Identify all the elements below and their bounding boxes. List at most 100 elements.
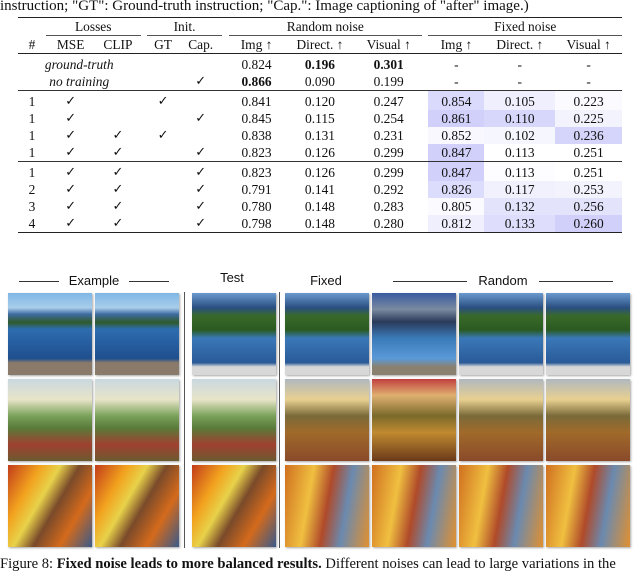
gt-check: ✓: [146, 90, 180, 110]
gt-check: [147, 110, 179, 127]
random-img-value: 0.823: [241, 145, 272, 160]
clip-check: ✓: [95, 161, 141, 181]
row-number: 1: [28, 145, 36, 160]
mse-check: ✓: [45, 161, 96, 181]
clip-check: [95, 90, 141, 110]
fixed-noise-result-image: [285, 293, 369, 375]
mse-check: ✓: [65, 145, 77, 160]
random-noise-result-2-image: [459, 465, 543, 547]
gt-check: [147, 144, 179, 162]
caption-bold: Fixed noise leads to more balanced resul…: [56, 556, 322, 572]
random-noise-result-2-image: [459, 379, 543, 461]
random-img-value: 0.823: [228, 161, 285, 181]
random-noise-result-3-image: [546, 293, 630, 375]
cap-check: ✓: [195, 199, 207, 214]
random-visual-value: 0.199: [373, 74, 404, 89]
caption-prefix: Figure 8:: [0, 556, 57, 572]
fixed-img-value: 0.861: [428, 110, 485, 127]
mse-check: ✓: [65, 128, 77, 143]
random-visual-value: 0.247: [355, 90, 423, 110]
random-noise-result-3-image: [546, 465, 630, 547]
fixed-img-value: -: [454, 74, 459, 89]
random-img-value: 0.798: [241, 216, 272, 231]
test-input-image: [192, 465, 276, 547]
random-noise-result-1-image: [372, 293, 456, 375]
fixed-img-value: 0.812: [428, 215, 485, 233]
row-label: no training: [49, 74, 110, 89]
group-header-row: Losses Init. Random noise Fixed noise: [18, 17, 622, 36]
fixed-direct-value: 0.133: [484, 215, 556, 233]
fixed-img-value: -: [454, 57, 459, 72]
fixed-img-value: 0.826: [428, 181, 485, 198]
random-direct-value: 0.148: [304, 199, 335, 214]
col-header-mse: MSE: [56, 37, 85, 52]
cap-check: ✓: [195, 74, 207, 89]
random-noise-result-1-image: [372, 379, 456, 461]
fixed-direct-value: 0.132: [484, 198, 556, 215]
gt-check: [147, 198, 179, 215]
baseline-row-ground-truth: ground-truth 0.824 0.196 0.301 - - -: [18, 54, 622, 74]
random-img-value: 0.780: [241, 199, 272, 214]
random-visual-value: 0.254: [373, 111, 404, 126]
column-header-row: # MSE CLIP GT Cap. Img ↑ Direct. ↑ Visua…: [18, 36, 622, 54]
cap-check: [179, 127, 222, 144]
table-row: 4 ✓ ✓ ✓ 0.798 0.148 0.280 0.812 0.133 0.260: [18, 215, 622, 233]
clip-check: ✓: [112, 216, 124, 231]
table-row: 1 ✓ ✓ ✓ 0.823 0.126 0.299 0.847 0.113 0.251: [18, 161, 622, 181]
header-rule: [392, 281, 467, 283]
header-rule: [539, 281, 614, 283]
table-row: 1 ✓ ✓ 0.841 0.120 0.247 0.854 0.105 0.223: [18, 90, 622, 110]
col-header-cap: Cap.: [188, 37, 214, 52]
fixed-img-value: 0.847: [428, 161, 485, 181]
cap-check: ✓: [195, 182, 207, 197]
cap-check: ✓: [195, 111, 207, 126]
test-input-image: [192, 379, 276, 461]
random-img-value: 0.841: [228, 90, 285, 110]
fixed-direct-value: 0.113: [484, 161, 556, 181]
cap-check: ✓: [179, 161, 223, 181]
fixed-visual-value: 0.256: [555, 198, 622, 215]
gt-check: [147, 215, 179, 233]
header-test: Test: [220, 270, 244, 285]
random-img-value: 0.791: [241, 182, 272, 197]
row-number: 1: [18, 161, 46, 181]
random-noise-result-3-image: [546, 379, 630, 461]
clip-check: ✓: [112, 145, 124, 160]
random-img-value: 0.845: [241, 111, 272, 126]
mse-check: ✓: [65, 216, 77, 231]
group-header-losses: Losses: [45, 17, 141, 36]
col-header-fixed-img: Img ↑: [440, 37, 473, 52]
random-direct-value: 0.126: [284, 161, 356, 181]
example-before-image: [8, 379, 92, 461]
random-direct-value: 0.126: [304, 145, 335, 160]
fixed-visual-value: 0.251: [573, 145, 604, 160]
cap-check: [179, 90, 223, 110]
header-example: Example: [8, 273, 180, 289]
example-after-image: [95, 465, 179, 547]
fixed-img-value: 0.805: [428, 198, 485, 215]
group-header-fixed-noise: Fixed noise: [428, 17, 622, 36]
mse-check: ✓: [65, 111, 77, 126]
random-img-value: 0.866: [241, 74, 272, 89]
header-rule: [128, 281, 169, 283]
random-direct-value: 0.090: [304, 74, 335, 89]
cap-check: ✓: [195, 216, 207, 231]
random-visual-value: 0.299: [373, 145, 404, 160]
clip-check: ✓: [112, 199, 124, 214]
col-header-gt: GT: [154, 37, 172, 52]
column-separator: [184, 292, 185, 548]
table-row: 1 ✓ ✓ ✓ 0.823 0.126 0.299 0.847 0.113 0.251: [18, 144, 622, 162]
random-noise-result-1-image: [372, 465, 456, 547]
fixed-visual-value: 0.223: [555, 90, 622, 110]
col-header-random-visual: Visual ↑: [366, 37, 411, 52]
header-random-label: Random: [478, 273, 528, 288]
clip-check: [95, 110, 140, 127]
fixed-visual-value: 0.225: [555, 110, 622, 127]
fixed-visual-value: -: [586, 57, 591, 72]
mse-check: ✓: [65, 182, 77, 197]
row-number: 1: [28, 111, 36, 126]
fixed-direct-value: 0.110: [484, 110, 556, 127]
gt-check: [146, 161, 180, 181]
clip-check: ✓: [112, 128, 124, 143]
figure-caption: Figure 8: Fixed noise leads to more bala…: [0, 554, 640, 574]
